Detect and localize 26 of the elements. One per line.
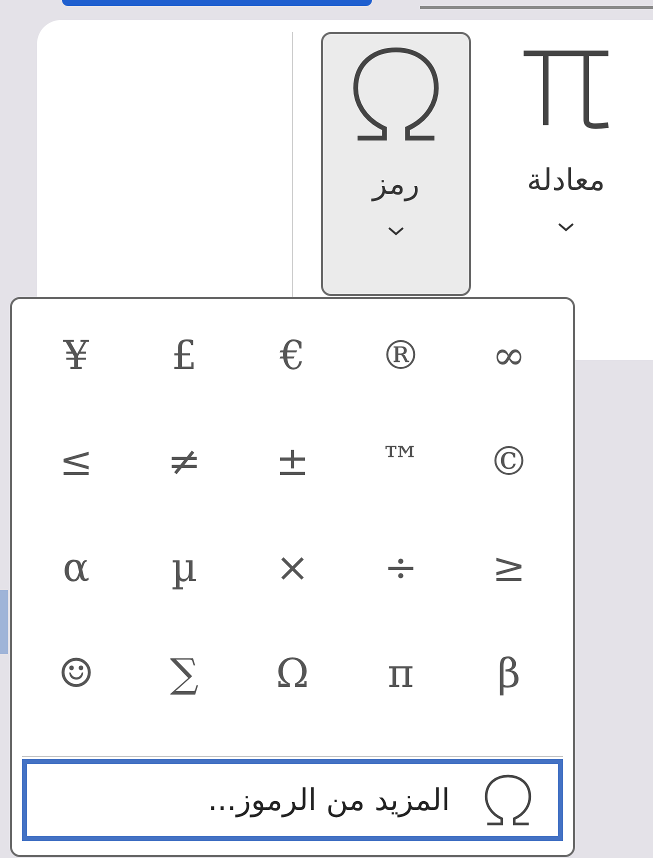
symbol-button[interactable]: × [276,548,310,588]
ribbon-button[interactable]: رمز [321,32,471,296]
more-symbols-item[interactable]: المزيد من الرموز... [22,759,563,841]
symbol-button[interactable]: ∞ [492,336,526,376]
symbol-button[interactable]: Ω [276,654,310,694]
symbol-button[interactable]: π [388,654,414,694]
symbol-button[interactable]: © [488,442,529,482]
symbol-button[interactable]: ¥ [63,336,89,376]
symbol-button[interactable]: ± [276,442,310,482]
symbol-button[interactable]: ÷ [384,548,418,588]
chevron-icon [387,226,405,236]
symbol-button[interactable]: € [280,336,306,376]
symbol-button[interactable]: ≠ [168,442,202,482]
symbol-button[interactable]: ☺ [58,654,94,694]
symbol-button[interactable]: β [497,654,520,694]
symbol-button[interactable]: ™ [380,442,421,482]
symbol-button[interactable]: ≤ [59,442,93,482]
ribbon-button[interactable]: معادلة [491,32,641,296]
left-edge-marker [0,590,8,654]
chevron-icon [557,222,575,232]
symbol-button[interactable]: ≥ [492,548,526,588]
symbol-button[interactable]: £ [172,336,198,376]
symbol-button[interactable]: ∑ [170,654,199,694]
symbol-button[interactable]: ® [380,336,421,376]
symbol-button[interactable]: α [62,548,90,588]
symbol-button[interactable]: µ [171,548,198,588]
